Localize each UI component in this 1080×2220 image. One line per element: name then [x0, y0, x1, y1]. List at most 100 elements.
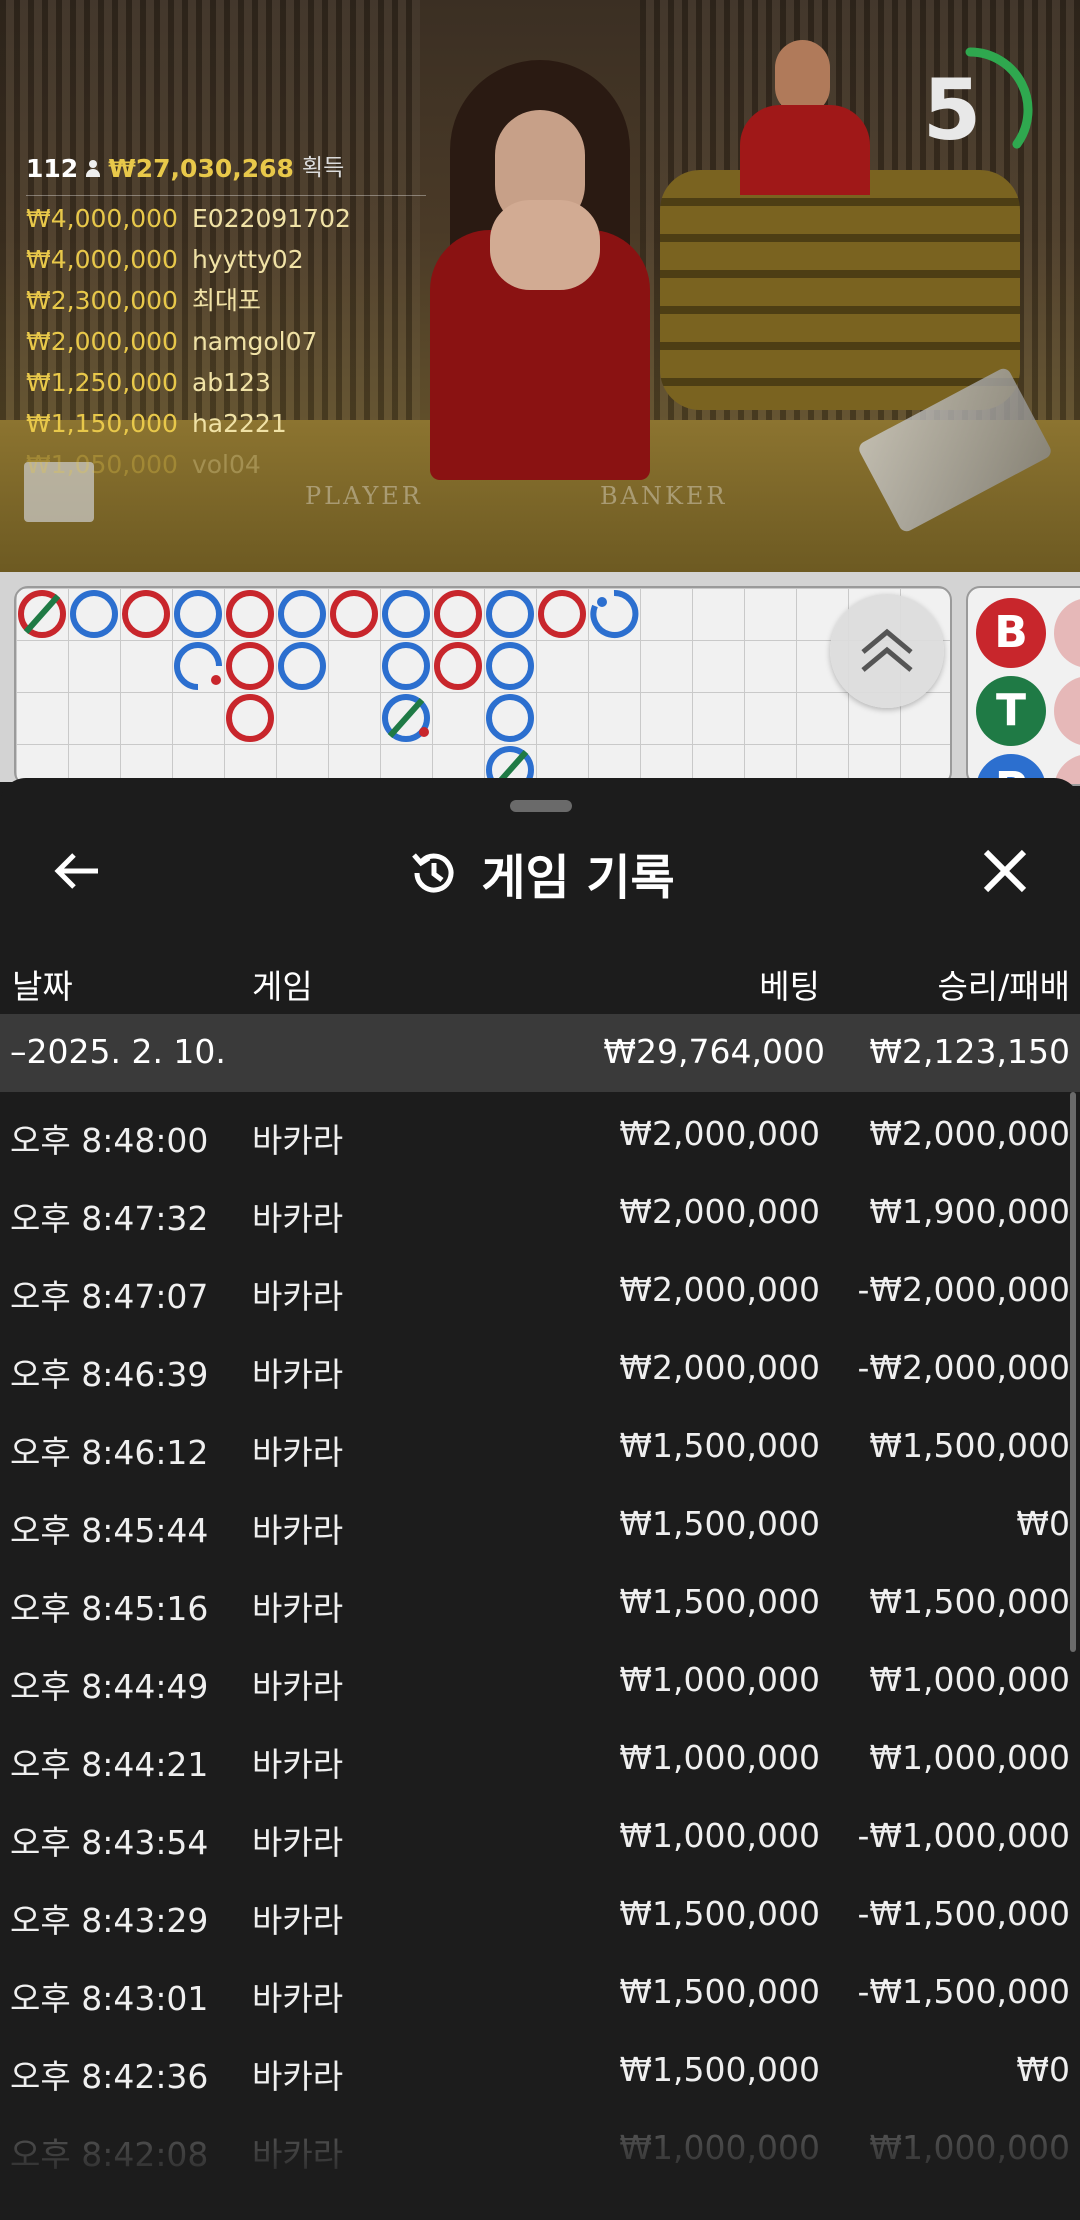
row-result: ₩2,000,000	[869, 1114, 1070, 1153]
winner-row: ₩4,000,000 hyytty02	[26, 239, 426, 280]
row-game: 바카라	[252, 1511, 344, 1550]
game-history-sheet: 게임 기록 날짜 게임 베팅 승리/패배 –2025. 2. 10. ₩29,7…	[0, 778, 1080, 2220]
row-game: 바카라	[252, 1121, 344, 1160]
row-time: 오후 8:45:16	[10, 1589, 209, 1628]
row-time: 오후 8:44:21	[10, 1745, 209, 1784]
row-game: 바카라	[252, 1199, 344, 1238]
history-row[interactable]: 오후 8:44:21 바카라 ₩1,000,000 ₩1,000,000	[0, 1716, 1080, 1794]
sheet-title-wrap: 게임 기록	[0, 818, 1080, 928]
row-game: 바카라	[252, 1277, 344, 1316]
history-row[interactable]: 오후 8:43:01 바카라 ₩1,500,000 -₩1,500,000	[0, 1950, 1080, 2028]
road-bead-banker	[330, 590, 378, 638]
road-bead-banker-pair	[419, 727, 429, 737]
road-bead-player	[278, 642, 326, 690]
row-result: -₩2,000,000	[857, 1270, 1071, 1309]
row-bet: ₩1,500,000	[619, 1582, 820, 1621]
history-row[interactable]: 오후 8:45:44 바카라 ₩1,500,000 ₩0	[0, 1482, 1080, 1560]
road-bead-player	[486, 642, 534, 690]
winner-amount: ₩2,000,000	[26, 327, 178, 356]
history-row[interactable]: 오후 8:42:36 바카라 ₩1,500,000 ₩0	[0, 2028, 1080, 2106]
winners-overlay: 112 ₩27,030,268 획득 ₩4,000,000 E022091702 ₩…	[26, 148, 426, 485]
row-bet: ₩1,500,000	[619, 2050, 820, 2089]
road-bead-player	[382, 590, 430, 638]
user-icon	[86, 159, 101, 178]
road-bead-banker	[434, 590, 482, 638]
felt-label-banker: BANKER	[600, 482, 728, 510]
expand-roadmap-button[interactable]	[830, 594, 944, 708]
row-time: 오후 8:43:01	[10, 1979, 209, 2018]
history-row[interactable]: 오후 8:46:12 바카라 ₩1,500,000 ₩1,500,000	[0, 1404, 1080, 1482]
winner-row: ₩2,300,000 최대포	[26, 280, 426, 321]
winner-user: 최대포	[191, 286, 261, 315]
road-bead-banker	[226, 590, 274, 638]
winner-amount: ₩2,300,000	[26, 286, 178, 315]
winners-summary: 112 ₩27,030,268 획득	[26, 148, 426, 196]
history-row[interactable]: 오후 8:43:54 바카라 ₩1,000,000 -₩1,000,000	[0, 1794, 1080, 1872]
history-row[interactable]: 오후 8:45:16 바카라 ₩1,500,000 ₩1,500,000	[0, 1560, 1080, 1638]
history-row[interactable]: 오후 8:43:29 바카라 ₩1,500,000 -₩1,500,000	[0, 1872, 1080, 1950]
row-result: ₩1,500,000	[869, 1426, 1070, 1465]
history-row[interactable]: 오후 8:47:32 바카라 ₩2,000,000 ₩1,900,000	[0, 1170, 1080, 1248]
row-result: ₩1,900,000	[869, 1192, 1070, 1231]
bead-road	[14, 586, 952, 788]
row-game: 바카라	[252, 1355, 344, 1394]
row-time: 오후 8:45:44	[10, 1511, 209, 1550]
row-bet: ₩1,000,000	[619, 1738, 820, 1777]
sheet-drag-handle[interactable]	[510, 800, 572, 812]
road-bead-banker	[434, 642, 482, 690]
row-bet: ₩1,500,000	[619, 1894, 820, 1933]
row-game: 바카라	[252, 1433, 344, 1472]
row-game: 바카라	[252, 1901, 344, 1940]
close-button[interactable]	[972, 838, 1038, 904]
col-result: 승리/패배	[937, 967, 1070, 1006]
row-time: 오후 8:43:29	[10, 1901, 209, 1940]
timer-seconds: 5	[922, 61, 982, 159]
history-row[interactable]: 오후 8:44:49 바카라 ₩1,000,000 ₩1,000,000	[0, 1638, 1080, 1716]
winner-user: ha2221	[191, 409, 287, 438]
road-bead-player	[382, 642, 430, 690]
list-bottom-fade	[0, 2108, 1080, 2220]
history-table-header: 날짜 게임 베팅 승리/패배	[0, 948, 1080, 1012]
player-count: 112	[26, 154, 79, 183]
road-bead-player-pair	[597, 597, 607, 607]
winner-amount: ₩1,050,000	[26, 450, 178, 479]
history-scrollbar[interactable]	[1070, 1092, 1076, 1652]
sheet-title: 게임 기록	[481, 850, 675, 906]
row-time: 오후 8:43:54	[10, 1823, 209, 1862]
row-game: 바카라	[252, 2057, 344, 2096]
road-bead-player	[174, 590, 222, 638]
row-result: -₩2,000,000	[857, 1348, 1071, 1387]
back-button[interactable]	[44, 838, 110, 904]
row-result: ₩0	[1016, 2050, 1070, 2089]
roadmap-stats: B T P	[966, 586, 1080, 786]
stat-tie-ball-partial	[1054, 676, 1080, 746]
road-bead-banker	[538, 590, 586, 638]
day-summary-row[interactable]: –2025. 2. 10. ₩29,764,000 ₩2,123,150	[0, 1014, 1080, 1092]
row-game: 바카라	[252, 1745, 344, 1784]
row-game: 바카라	[252, 1667, 344, 1706]
row-bet: ₩2,000,000	[619, 1348, 820, 1387]
row-bet: ₩1,000,000	[619, 1816, 820, 1855]
row-time: 오후 8:47:07	[10, 1277, 209, 1316]
road-bead-banker	[122, 590, 170, 638]
row-result: ₩1,500,000	[869, 1582, 1070, 1621]
row-time: 오후 8:48:00	[10, 1121, 209, 1160]
row-result: ₩1,000,000	[869, 1738, 1070, 1777]
day-result-total: ₩2,123,150	[869, 1032, 1070, 1071]
col-bet: 베팅	[759, 967, 820, 1006]
row-time: 오후 8:46:12	[10, 1433, 209, 1472]
arrow-left-icon	[54, 853, 98, 889]
row-result: -₩1,500,000	[857, 1894, 1071, 1933]
road-bead-player	[70, 590, 118, 638]
history-row[interactable]: 오후 8:48:00 바카라 ₩2,000,000 ₩2,000,000	[0, 1092, 1080, 1170]
stat-banker-ball: B	[976, 598, 1046, 668]
chevron-double-up-icon	[861, 628, 913, 672]
history-row[interactable]: 오후 8:46:39 바카라 ₩2,000,000 -₩2,000,000	[0, 1326, 1080, 1404]
winner-amount: ₩1,250,000	[26, 368, 178, 397]
row-bet: ₩1,500,000	[619, 1504, 820, 1543]
row-bet: ₩2,000,000	[619, 1192, 820, 1231]
row-bet: ₩1,500,000	[619, 1426, 820, 1465]
history-row[interactable]: 오후 8:47:07 바카라 ₩2,000,000 -₩2,000,000	[0, 1248, 1080, 1326]
winner-amount: ₩4,000,000	[26, 204, 178, 233]
winner-user: hyytty02	[191, 245, 304, 274]
